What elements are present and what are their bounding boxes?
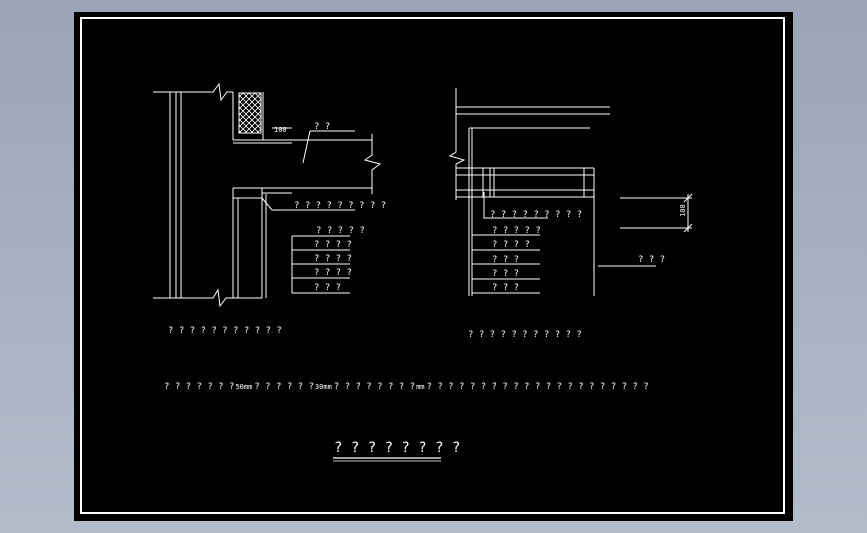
note-part-2: ? ? ? ? ? ?	[254, 382, 314, 392]
note-part-4: ? ? ? ? ? ? ? ? ? ? ? ? ? ? ? ? ? ? ? ? …	[427, 382, 649, 392]
note-tag-3: mm	[416, 383, 424, 391]
cad-drawing: 100 ? ? ? ? ? ? ? ? ? ? ? ? ? ? ? ? ? ? …	[153, 82, 693, 462]
left-step-1: ? ? ? ? ?	[316, 226, 365, 236]
right-label-mid: ? ? ? ? ? ? ? ? ?	[490, 210, 582, 220]
right-side-label: ? ? ?	[638, 255, 665, 265]
left-wall-bottom-break	[153, 288, 262, 308]
left-wall-top-break	[153, 82, 233, 102]
right-break	[448, 142, 466, 200]
note-part-3: ? ? ? ? ? ? ? ?	[334, 382, 415, 392]
left-step-2: ? ? ? ?	[314, 240, 352, 250]
left-step-3: ? ? ? ?	[314, 254, 352, 264]
right-step-1: ? ? ? ? ?	[492, 226, 541, 236]
right-step-2: ? ? ? ?	[492, 240, 530, 250]
left-step-4: ? ? ? ?	[314, 268, 352, 278]
left-caption: ? ? ? ? ? ? ? ? ? ? ?	[168, 326, 282, 336]
right-step-5: ? ? ?	[492, 283, 519, 293]
right-caption: ? ? ? ? ? ? ? ? ? ? ?	[468, 330, 582, 340]
drawing-title: ? ? ? ? ? ? ? ?	[334, 440, 460, 456]
note-part-1: ? ? ? ? ? ? ?	[164, 382, 234, 392]
insulation-hatch	[238, 92, 262, 134]
right-step-3: ? ? ?	[492, 255, 519, 265]
left-dim-100: 100	[274, 126, 287, 134]
left-label-top: ? ?	[314, 122, 330, 132]
left-label-mid: ? ? ? ? ? ? ? ? ?	[294, 201, 386, 211]
right-step-4: ? ? ?	[492, 269, 519, 279]
note-tag-1: 50mm	[235, 383, 252, 391]
right-dim-100: 100	[679, 204, 687, 217]
note-line: ? ? ? ? ? ? ?50mm? ? ? ? ? ?30mm? ? ? ? …	[164, 382, 649, 392]
note-tag-2: 30mm	[315, 383, 332, 391]
slab-break	[363, 134, 382, 194]
left-step-5: ? ? ?	[314, 283, 341, 293]
